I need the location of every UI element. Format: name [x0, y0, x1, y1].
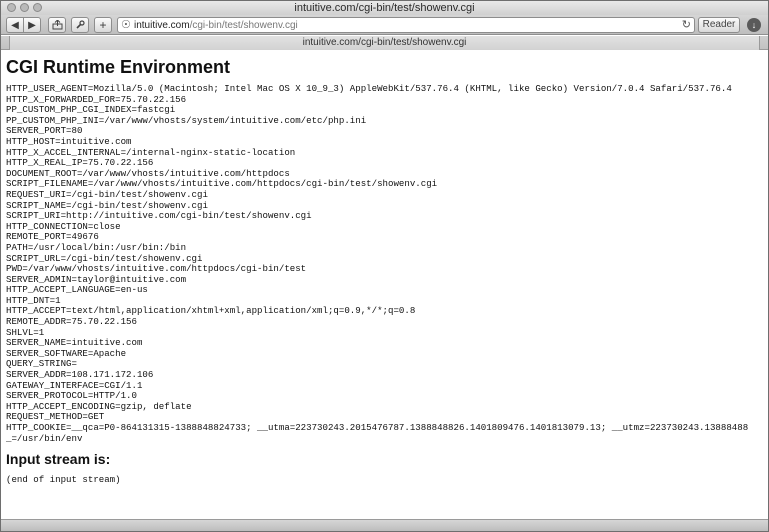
env-line: REQUEST_URI=/cgi-bin/test/showenv.cgi — [6, 188, 208, 200]
env-line: REMOTE_ADDR=75.70.22.156 — [6, 316, 137, 328]
env-line: DOCUMENT_ROOT=/var/www/vhosts/intuitive.… — [6, 167, 290, 179]
env-line: HTTP_CONNECTION=close — [6, 220, 121, 232]
env-line: SCRIPT_URL=/cgi-bin/test/showenv.cgi — [6, 252, 203, 264]
title-bar: intuitive.com/cgi-bin/test/showenv.cgi — [1, 1, 768, 15]
env-line: SHLVL=1 — [6, 326, 45, 338]
env-line: SERVER_ADDR=108.171.172.106 — [6, 369, 154, 381]
env-line: HTTP_X_ACCEL_INTERNAL=/internal-nginx-st… — [6, 146, 296, 158]
forward-arrow-icon: ▶ — [28, 19, 36, 31]
share-icon — [52, 20, 62, 30]
env-line: SERVER_SOFTWARE=Apache — [6, 347, 127, 359]
env-line: HTTP_ACCEPT_LANGUAGE=en-us — [6, 284, 148, 296]
env-line: GATEWAY_INTERFACE=CGI/1.1 — [6, 379, 143, 391]
env-line: PP_CUSTOM_PHP_INI=/var/www/vhosts/system… — [6, 114, 367, 126]
url-host: intuitive.com — [134, 20, 190, 31]
env-line: HTTP_HOST=intuitive.com — [6, 135, 132, 147]
address-url[interactable]: intuitive.com/cgi-bin/test/showenv.cgi — [134, 19, 298, 32]
download-arrow-icon: ↓ — [751, 20, 757, 30]
minimize-window-button[interactable] — [20, 3, 29, 12]
env-line: SERVER_ADMIN=taylor@intuitive.com — [6, 273, 187, 285]
reload-icon[interactable]: ↻ — [682, 19, 691, 32]
reader-button[interactable]: Reader — [698, 17, 740, 33]
env-line: SCRIPT_NAME=/cgi-bin/test/showenv.cgi — [6, 199, 208, 211]
back-button[interactable]: ◀ — [6, 17, 24, 33]
address-bar[interactable]: ☉ intuitive.com/cgi-bin/test/showenv.cgi… — [117, 17, 695, 33]
tab-bar: intuitive.com/cgi-bin/test/showenv.cgi — [1, 36, 768, 50]
window-title: intuitive.com/cgi-bin/test/showenv.cgi — [294, 2, 475, 14]
globe-icon: ☉ — [121, 19, 131, 31]
wrench-icon — [76, 20, 85, 29]
close-window-button[interactable] — [7, 3, 16, 12]
input-stream-heading: Input stream is: — [6, 451, 111, 468]
env-line: SERVER_PORT=80 — [6, 125, 83, 137]
env-line: SERVER_NAME=intuitive.com — [6, 337, 143, 349]
downloads-button[interactable]: ↓ — [747, 18, 761, 32]
env-line: QUERY_STRING= — [6, 358, 77, 370]
input-stream-text: (end of input stream) — [6, 474, 121, 486]
env-line: SCRIPT_FILENAME=/var/www/vhosts/intuitiv… — [6, 178, 438, 190]
env-line: SERVER_PROTOCOL=HTTP/1.0 — [6, 390, 137, 402]
env-line: HTTP_COOKIE=__qca=P0-864131315-138884882… — [6, 422, 749, 433]
plus-icon: + — [99, 18, 107, 32]
env-line: SCRIPT_URI=http://intuitive.com/cgi-bin/… — [6, 210, 312, 222]
env-line: REMOTE_PORT=49676 — [6, 231, 99, 243]
add-bookmark-button[interactable]: + — [94, 17, 112, 33]
env-line: PATH=/usr/local/bin:/usr/bin:/bin — [6, 241, 187, 253]
settings-button[interactable] — [71, 17, 89, 33]
toolbar: ◀ ▶ + ☉ intuitive.com/cgi-bin/test/showe… — [1, 15, 768, 35]
url-path: /cgi-bin/test/showenv.cgi — [189, 20, 298, 31]
environment-listing: HTTP_USER_AGENT=Mozilla/5.0 (Macintosh; … — [6, 83, 768, 444]
env-line: HTTP_ACCEPT_ENCODING=gzip, deflate — [6, 400, 192, 412]
env-line: HTTP_DNT=1 — [6, 294, 61, 306]
env-line: REQUEST_METHOD=GET — [6, 411, 105, 423]
zoom-window-button[interactable] — [33, 3, 42, 12]
share-button[interactable] — [48, 17, 66, 33]
back-arrow-icon: ◀ — [11, 19, 19, 31]
browser-window: intuitive.com/cgi-bin/test/showenv.cgi ◀… — [0, 0, 769, 532]
page-content: CGI Runtime Environment HTTP_USER_AGENT=… — [1, 51, 768, 519]
env-line: HTTP_X_REAL_IP=75.70.22.156 — [6, 157, 154, 169]
env-line: PP_CUSTOM_PHP_CGI_INDEX=fastcgi — [6, 104, 176, 116]
env-line: _=/usr/bin/env — [6, 432, 83, 444]
forward-button[interactable]: ▶ — [23, 17, 41, 33]
env-line: HTTP_ACCEPT=text/html,application/xhtml+… — [6, 305, 416, 317]
env-line: HTTP_X_FORWARDED_FOR=75.70.22.156 — [6, 93, 187, 105]
tab-showenv[interactable]: intuitive.com/cgi-bin/test/showenv.cgi — [9, 36, 760, 50]
env-line: PWD=/var/www/vhosts/intuitive.com/httpdo… — [6, 263, 307, 275]
env-line: HTTP_USER_AGENT=Mozilla/5.0 (Macintosh; … — [6, 83, 732, 94]
status-bar — [1, 519, 768, 531]
page-title: CGI Runtime Environment — [6, 57, 231, 77]
